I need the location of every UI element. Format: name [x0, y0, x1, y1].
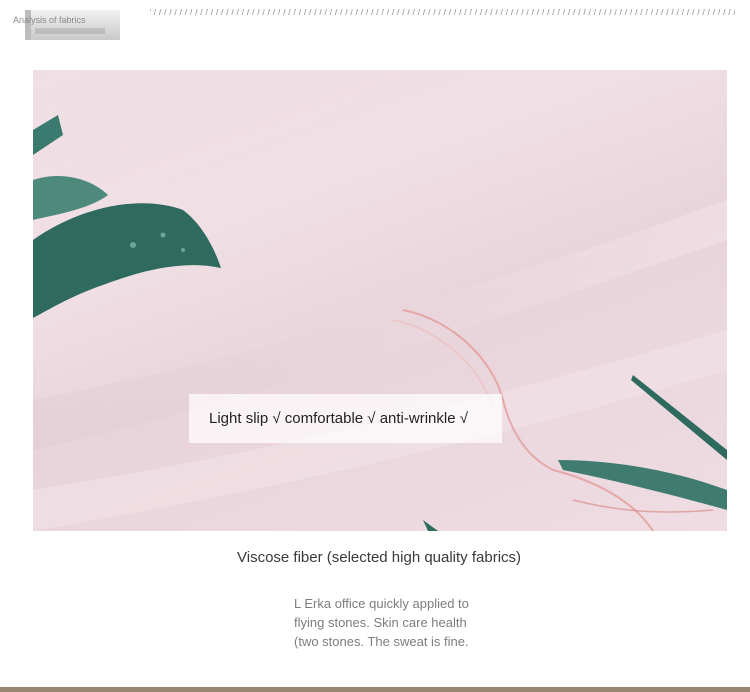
description-line: L Erka office quickly applied to	[294, 596, 469, 611]
header-badge-shadow	[35, 28, 105, 34]
fabric-photo: Light slip √ comfortable √ anti-wrinkle …	[33, 70, 727, 531]
photo-caption-text: Light slip √ comfortable √ anti-wrinkle …	[209, 410, 468, 427]
description-line: flying stones. Skin care health	[294, 615, 467, 630]
section-header-badge: Analysis of fabrics	[13, 10, 120, 40]
description-line: (two stones. The sweat is fine.	[294, 634, 469, 649]
leaf-shape	[631, 375, 727, 460]
photo-caption-box: Light slip √ comfortable √ anti-wrinkle …	[189, 394, 502, 443]
leaf-shape	[423, 520, 438, 531]
bottom-divider	[0, 687, 750, 692]
fabric-subtitle: Viscose fiber (selected high quality fab…	[237, 549, 522, 566]
decorative-dashed-rule	[150, 9, 735, 15]
section-header-label: Analysis of fabrics	[13, 15, 86, 25]
fabric-illustration	[33, 70, 727, 531]
fabric-description: L Erka office quickly applied to flying …	[294, 594, 514, 651]
